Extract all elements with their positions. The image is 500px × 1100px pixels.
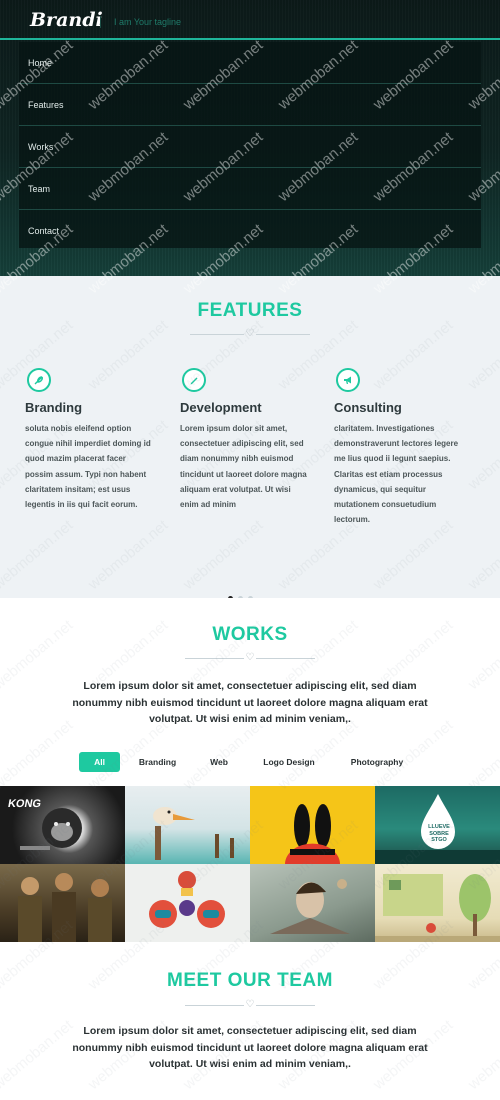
portfolio-tile-surreal-portrait-collage[interactable]: [250, 864, 375, 942]
pencil-icon: [182, 368, 206, 392]
feature-title: Consulting: [334, 400, 402, 415]
heart-icon: ♡: [244, 328, 256, 339]
feature-branding: Branding soluta nobis eleifend option co…: [25, 368, 155, 512]
tagline-separator: [100, 16, 101, 28]
nav-item-works[interactable]: Works: [19, 126, 481, 168]
nav-item-features[interactable]: Features: [19, 84, 481, 126]
feature-development: Development Lorem ipsum dolor sit amet, …: [180, 368, 310, 512]
portfolio-tile-gorilla-kong-artwork[interactable]: KONG: [0, 786, 125, 864]
team-section: MEET OUR TEAM ♡ Lorem ipsum dolor sit am…: [0, 943, 500, 1100]
slider-dots: [228, 588, 258, 601]
feature-description: claritatem. Investigationes demonstraver…: [334, 424, 459, 525]
megaphone-icon: [336, 368, 360, 392]
heart-icon: ♡: [244, 652, 256, 663]
works-intro: Lorem ipsum dolor sit amet, consectetuer…: [72, 680, 428, 725]
filter-all[interactable]: All: [79, 752, 120, 772]
portfolio-filters: All Branding Web Logo Design Photography: [0, 752, 500, 772]
portfolio-tile-street-cartoon-illustration[interactable]: [375, 864, 500, 942]
team-intro: Lorem ipsum dolor sit amet, consectetuer…: [72, 1025, 428, 1070]
nav-item-home[interactable]: Home: [19, 42, 481, 84]
nav-item-team[interactable]: Team: [19, 168, 481, 210]
feature-title: Development: [180, 400, 262, 415]
filter-web[interactable]: Web: [199, 752, 239, 772]
portfolio-tile-pelican-beach-illustration[interactable]: [125, 786, 250, 864]
feature-description: soluta nobis eleifend option congue nihi…: [25, 424, 151, 510]
top-bar: Brandi I am Your tagline: [0, 0, 500, 40]
nav-item-contact[interactable]: Contact: [19, 210, 481, 252]
tile-caption: LLUEVE SOBRE STGO: [428, 824, 450, 843]
site-header: Brandi I am Your tagline Home Features W…: [0, 0, 500, 276]
team-title: MEET OUR TEAM: [167, 970, 333, 991]
filter-branding[interactable]: Branding: [130, 752, 185, 772]
heart-icon: ♡: [244, 999, 256, 1010]
portfolio-tile-robot-characters-illustration[interactable]: [125, 864, 250, 942]
feather-icon: [27, 368, 51, 392]
feature-title: Branding: [25, 400, 83, 415]
filter-photography[interactable]: Photography: [340, 752, 414, 772]
features-section: FEATURES ♡ Branding soluta nobis eleifen…: [0, 276, 500, 601]
works-section: WORKS ♡ Lorem ipsum dolor sit amet, cons…: [0, 598, 500, 943]
feature-consulting: Consulting claritatem. Investigationes d…: [334, 368, 464, 527]
features-title: FEATURES: [197, 300, 303, 321]
tile-caption: KONG: [6, 798, 43, 810]
portfolio-tile-bunny-ears-poster[interactable]: [250, 786, 375, 864]
main-nav-menu: Home Features Works Team Contact: [19, 42, 481, 248]
works-title: WORKS: [212, 624, 288, 645]
feature-description: Lorem ipsum dolor sit amet, consectetuer…: [180, 424, 307, 510]
portfolio-tile-drop-poster-stgo[interactable]: LLUEVE SOBRE STGO: [375, 786, 500, 864]
portfolio-grid: KONG LLUEVE SOBRE STGO: [0, 786, 500, 943]
filter-logo-design[interactable]: Logo Design: [252, 752, 326, 772]
portfolio-tile-soldiers-photo[interactable]: [0, 864, 125, 942]
site-tagline: I am Your tagline: [114, 17, 182, 27]
site-logo[interactable]: Brandi: [30, 9, 103, 31]
